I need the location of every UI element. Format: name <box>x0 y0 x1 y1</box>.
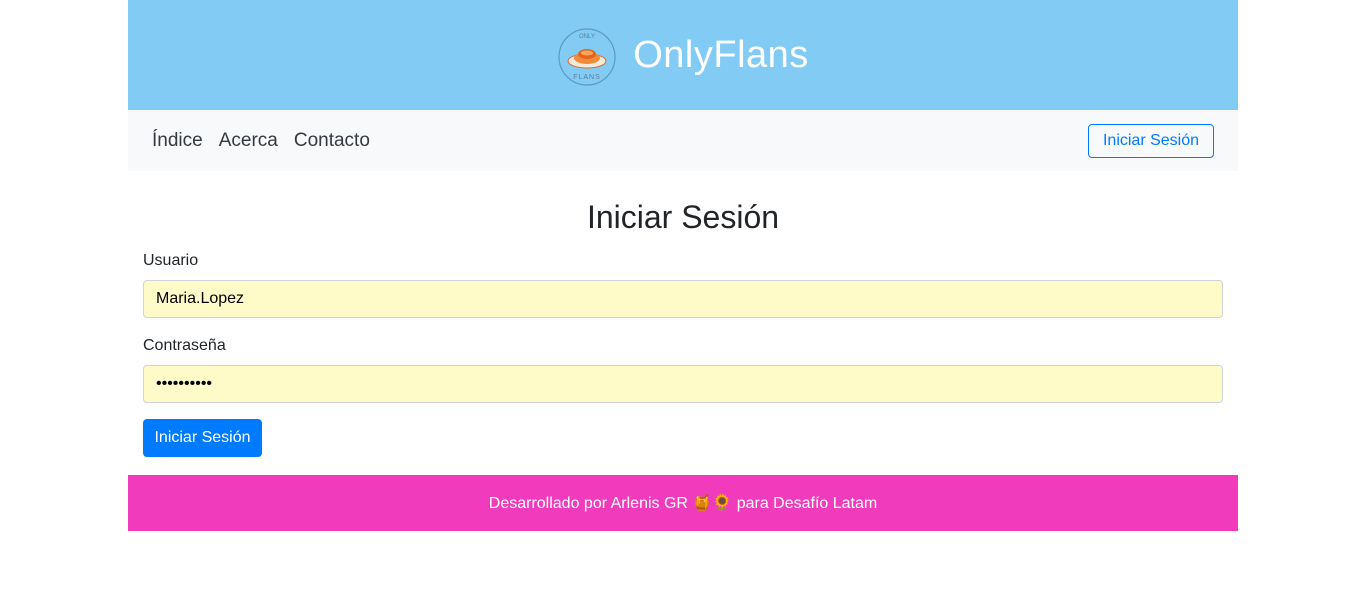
nav-login-button[interactable]: Iniciar Sesión <box>1088 123 1214 158</box>
navbar: Índice Acerca Contacto Iniciar Sesión <box>128 110 1238 171</box>
username-label: Usuario <box>143 252 199 269</box>
login-form: Iniciar Sesión Usuario Contraseña Inicia… <box>128 197 1238 457</box>
page-container: ONLY FLANS OnlyFlans Índice Acerca Conta… <box>128 0 1238 531</box>
logo-text-top: ONLY <box>579 34 595 40</box>
site-header: ONLY FLANS OnlyFlans <box>128 0 1238 110</box>
footer-text: Desarrollado por Arlenis GR 🍯🌻 para Desa… <box>488 495 878 512</box>
site-footer: Desarrollado por Arlenis GR 🍯🌻 para Desa… <box>128 475 1238 531</box>
page-title: Iniciar Sesión <box>586 199 780 235</box>
nav-item-indice[interactable]: Índice <box>152 130 203 152</box>
submit-button[interactable]: Iniciar Sesión <box>143 419 262 457</box>
brand-title[interactable]: OnlyFlans <box>633 34 809 77</box>
nav-item-contacto[interactable]: Contacto <box>294 130 370 152</box>
username-input[interactable] <box>143 280 1223 318</box>
flan-logo-icon[interactable]: ONLY FLANS <box>557 27 617 87</box>
password-input[interactable] <box>143 365 1223 403</box>
nav-links: Índice Acerca Contacto <box>152 130 370 152</box>
password-label: Contraseña <box>143 337 226 354</box>
nav-item-acerca[interactable]: Acerca <box>219 130 278 152</box>
logo-text-bottom: FLANS <box>573 74 601 81</box>
